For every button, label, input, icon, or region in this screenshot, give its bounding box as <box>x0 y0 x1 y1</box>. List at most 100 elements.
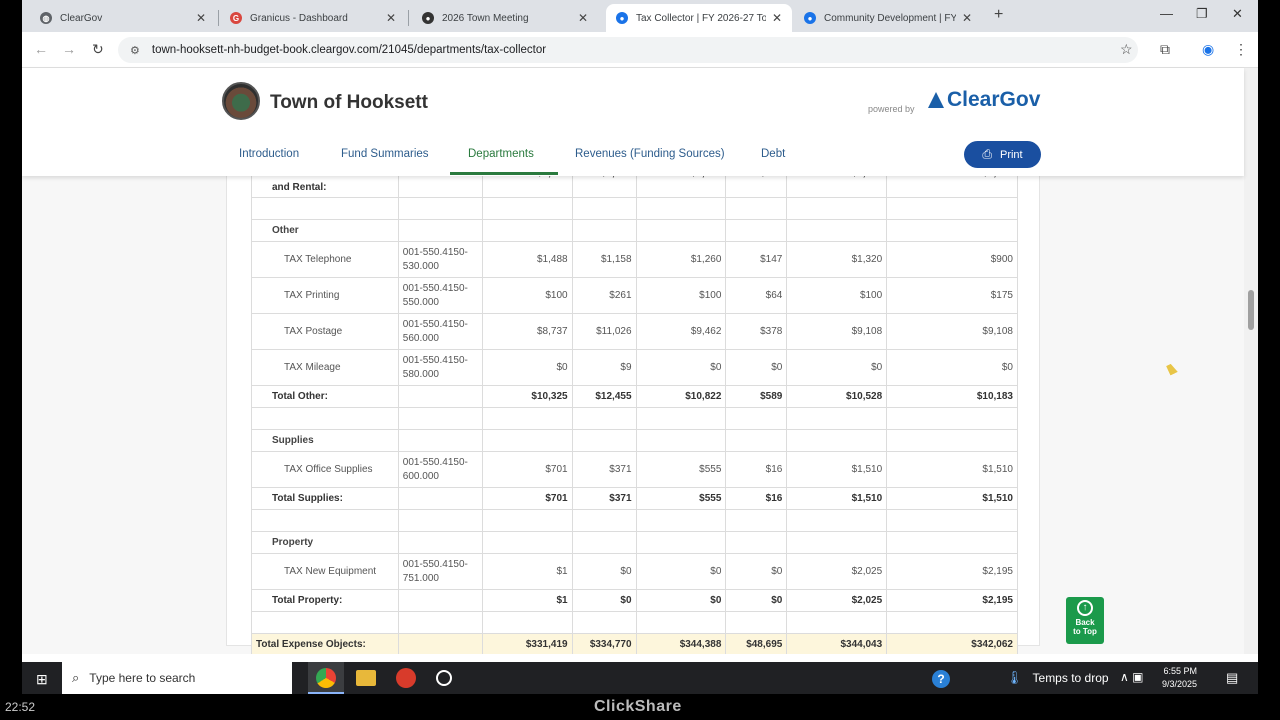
cell-value: $1,630 <box>481 176 573 198</box>
total-value: $1,510 <box>886 487 1018 510</box>
nav-debt[interactable]: Debt <box>761 148 785 160</box>
print-label: Print <box>999 148 1023 161</box>
notifications-icon[interactable]: ▤ <box>1226 670 1238 686</box>
tab-tax-collector[interactable]: ● Tax Collector | FY 2026-27 Town ✕ <box>606 4 792 32</box>
account-code-line2: 751.000 <box>402 572 439 584</box>
total-value: $10,325 <box>481 385 573 408</box>
table-row-spacer <box>251 407 1018 430</box>
cell-value: $1,510 <box>786 451 888 488</box>
empty-cell <box>635 429 727 452</box>
page-scrollbar[interactable] <box>1244 68 1258 654</box>
tab-title: Tax Collector | FY 2026-27 Town <box>636 12 766 24</box>
minimize-button[interactable]: — <box>1160 6 1173 21</box>
site-settings-icon[interactable]: ⚙ <box>130 44 140 57</box>
cleargov-favicon-icon: ● <box>804 12 816 24</box>
empty-cell <box>251 407 399 430</box>
nav-introduction[interactable]: Introduction <box>239 148 299 160</box>
empty-cell <box>635 407 727 430</box>
system-tray-icons[interactable]: ∧ ▣ <box>1120 670 1143 684</box>
cell-value: $9,462 <box>635 313 727 350</box>
close-icon[interactable]: ✕ <box>962 11 972 25</box>
back-to-top-button[interactable]: ↑ Back to Top <box>1066 597 1104 644</box>
tab-title: Community Development | FY <box>824 12 956 24</box>
cell-value: $0 <box>635 553 727 590</box>
print-button[interactable]: ⎙ Print <box>964 141 1041 168</box>
close-icon[interactable]: ✕ <box>772 11 782 25</box>
account-code: 001-550.4150- 600.000 <box>397 451 483 488</box>
file-explorer-icon[interactable] <box>356 670 376 686</box>
help-icon[interactable]: ? <box>932 670 950 688</box>
forward-arrow-icon[interactable]: → <box>62 41 76 57</box>
account-code: 001-550.4150- 560.000 <box>397 313 483 350</box>
taskbar-search-input[interactable]: ⌕ Type here to search <box>62 662 292 694</box>
section-header-row: Supplies <box>251 429 1018 452</box>
cleargov-logo[interactable]: ClearGov <box>928 88 1040 112</box>
cell-value: $16 <box>725 451 788 488</box>
section-header-row: Other <box>251 219 1018 242</box>
close-icon[interactable]: ✕ <box>386 11 396 25</box>
empty-cell <box>725 429 788 452</box>
empty-cell <box>397 197 483 220</box>
empty-cell <box>886 429 1018 452</box>
cleargov-mark-icon <box>928 92 944 108</box>
close-window-button[interactable]: ✕ <box>1232 6 1243 22</box>
close-icon[interactable]: ✕ <box>196 11 206 25</box>
back-arrow-icon[interactable]: ← <box>34 41 48 57</box>
tab-town-meeting[interactable]: ● 2026 Town Meeting ✕ <box>412 4 598 32</box>
address-bar[interactable]: ⚙ town-hooksett-nh-budget-book.cleargov.… <box>118 37 1138 63</box>
cortana-circle-icon[interactable] <box>436 670 452 686</box>
tab-search-icon[interactable]: ⧉ <box>1160 41 1170 58</box>
pdf-app-icon[interactable] <box>396 668 416 688</box>
windows-start-icon[interactable]: ⊞ <box>36 671 48 688</box>
restore-button[interactable]: ❐ <box>1196 6 1208 22</box>
town-seal-logo[interactable] <box>222 82 260 120</box>
empty-cell <box>786 611 888 634</box>
cell-value: $9 <box>571 349 637 386</box>
account-code-line2: 530.000 <box>402 260 439 272</box>
cell-value: $1,445 <box>886 176 1018 198</box>
cell-value: $0 <box>725 349 788 386</box>
menu-kebab-icon[interactable]: ⋮ <box>1234 41 1248 58</box>
cell-value: $378 <box>725 313 788 350</box>
tab-cleargov[interactable]: ◍ ClearGov ✕ <box>30 4 216 32</box>
row-label: and Rental: <box>251 176 399 198</box>
cleargov-favicon-icon: ● <box>616 12 628 24</box>
section-title: Other <box>251 219 399 242</box>
nav-departments[interactable]: Departments <box>468 148 534 160</box>
tab-community-development[interactable]: ● Community Development | FY ✕ <box>794 4 982 32</box>
site-title[interactable]: Town of Hooksett <box>270 92 428 114</box>
total-value: $12,455 <box>571 385 637 408</box>
cell-value: $100 <box>786 277 888 314</box>
profile-icon[interactable]: ◉ <box>1202 41 1214 58</box>
empty-cell <box>571 509 637 532</box>
clickshare-overlay-bar: 22:52 ClickShare <box>0 694 1280 720</box>
close-icon[interactable]: ✕ <box>578 11 588 25</box>
table-row: TAX Printing 001-550.4150- 550.000 $100 $261… <box>251 277 1018 314</box>
chrome-app-icon[interactable] <box>316 668 336 688</box>
total-value: $10,528 <box>786 385 888 408</box>
empty-cell <box>635 531 727 554</box>
powered-by-label: powered by <box>868 104 915 114</box>
nav-fund-summaries[interactable]: Fund Summaries <box>341 148 429 160</box>
tab-granicus[interactable]: G Granicus - Dashboard ✕ <box>220 4 406 32</box>
taskbar-clock[interactable]: 6:55 PM 9/3/2025 <box>1162 665 1197 691</box>
account-code-line1: 001-550.4150- <box>402 246 468 258</box>
empty-cell <box>571 531 637 554</box>
new-tab-button[interactable]: + <box>994 6 1003 24</box>
grand-total-label: Total Expense Objects: <box>251 633 399 654</box>
cell-value: $1,158 <box>571 241 637 278</box>
total-label: Total Property: <box>251 589 399 612</box>
cell-value: $1,445 <box>635 176 727 198</box>
total-value: $589 <box>725 385 788 408</box>
scrollbar-thumb[interactable] <box>1248 290 1254 330</box>
total-value: $16 <box>725 487 788 510</box>
cell-value: $0 <box>571 553 637 590</box>
section-header-row: Property <box>251 531 1018 554</box>
account-code-line2: 550.000 <box>402 296 439 308</box>
reload-icon[interactable]: ↻ <box>92 41 104 58</box>
total-value: $555 <box>635 487 727 510</box>
nav-revenues[interactable]: Revenues (Funding Sources) <box>575 148 725 160</box>
table-row: TAX Postage 001-550.4150- 560.000 $8,737 $11… <box>251 313 1018 350</box>
bookmark-star-icon[interactable]: ☆ <box>1120 41 1133 58</box>
weather-widget[interactable]: 🌡 Temps to drop <box>1006 670 1109 686</box>
